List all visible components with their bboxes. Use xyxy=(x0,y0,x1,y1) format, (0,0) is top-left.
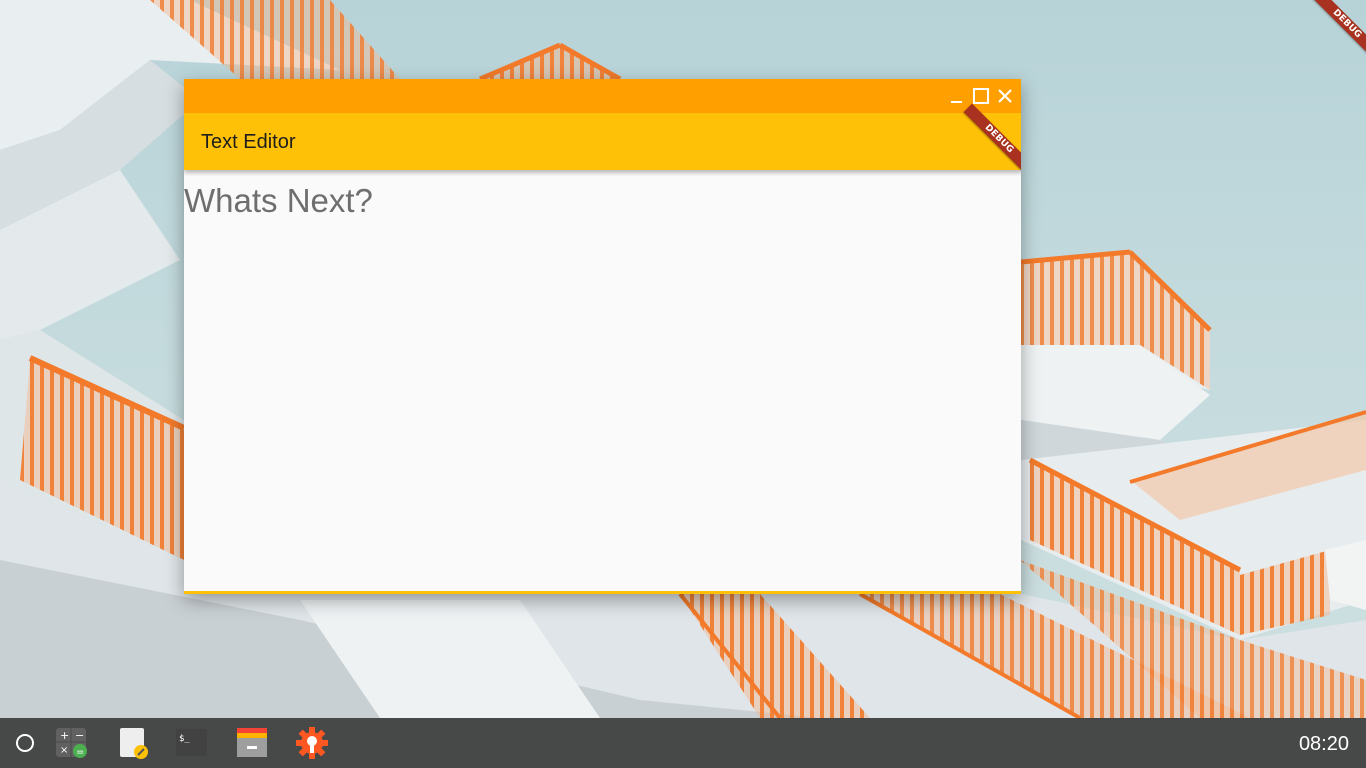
editor-text-area[interactable]: Whats Next? xyxy=(184,170,1021,591)
close-icon[interactable] xyxy=(994,85,1016,107)
svg-text:+: + xyxy=(60,729,69,742)
circle-launcher-icon[interactable] xyxy=(10,727,42,759)
calculator-icon[interactable]: + − × = xyxy=(56,727,88,759)
text-editor-icon[interactable] xyxy=(118,727,150,759)
archive-icon[interactable] xyxy=(236,727,268,759)
svg-text:−: − xyxy=(75,729,84,742)
window-titlebar[interactable] xyxy=(184,79,1021,113)
window-bottom-border xyxy=(184,591,1021,594)
desktop: DEBUG Text Editor DEBUG Whats Next? + − … xyxy=(0,0,1366,768)
svg-text:×: × xyxy=(60,745,68,756)
svg-text:=: = xyxy=(76,747,84,758)
app-title: Text Editor xyxy=(201,131,296,153)
clock: 08:20 xyxy=(1298,733,1349,755)
svg-text:$_: $_ xyxy=(179,734,190,744)
maximize-icon[interactable] xyxy=(970,85,992,107)
terminal-icon[interactable]: $_ xyxy=(176,727,208,759)
settings-gear-icon[interactable] xyxy=(296,727,328,759)
taskbar: + − × = $_ 08:20 xyxy=(0,718,1366,768)
minimize-icon[interactable] xyxy=(945,85,967,107)
text-editor-window: Text Editor DEBUG Whats Next? xyxy=(184,79,1021,594)
app-bar: Text Editor xyxy=(184,113,1021,170)
editor-placeholder: Whats Next? xyxy=(184,182,373,219)
